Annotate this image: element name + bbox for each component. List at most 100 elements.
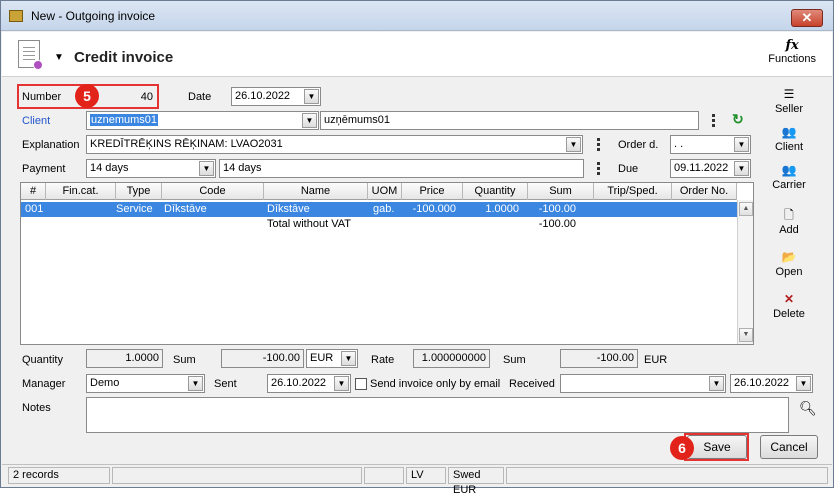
search-icon[interactable]: 🔍︎ xyxy=(799,400,817,417)
chevron-down-icon[interactable]: ▼ xyxy=(796,376,811,391)
records-count: 2 records xyxy=(8,467,110,484)
table-row[interactable]: 001 Service Dīkstāve Dīkstāve gab. -100.… xyxy=(21,202,737,217)
notes-label: Notes xyxy=(22,402,51,414)
client-link[interactable]: Client xyxy=(22,115,50,127)
client-more-icon[interactable] xyxy=(712,114,716,128)
currency-select[interactable]: EUR ▼ xyxy=(306,349,358,368)
send-email-label: Send invoice only by email xyxy=(370,378,501,390)
col-trip[interactable]: Trip/Sped. xyxy=(594,183,672,200)
payment-label: Payment xyxy=(22,163,66,175)
cell-type: Service xyxy=(116,203,153,215)
col-quantity[interactable]: Quantity xyxy=(463,183,528,200)
col-number[interactable]: # xyxy=(21,183,46,200)
client-icon: 👥 xyxy=(781,125,797,139)
date-label: Date xyxy=(188,91,212,103)
client-name-field[interactable]: uzņēmums01 xyxy=(320,111,699,130)
status-panel xyxy=(112,467,362,484)
sent-date-field[interactable]: 26.10.2022 ▼ xyxy=(267,374,351,393)
explanation-field[interactable]: KREDĪTRĒĶINS RĒĶINAM: LVAO2031 ▼ xyxy=(86,135,583,154)
date-value: 26.10.2022 xyxy=(235,90,291,102)
status-panel xyxy=(364,467,404,484)
received-field[interactable]: ▼ xyxy=(560,374,726,393)
received-date-value: 26.10.2022 xyxy=(734,377,790,389)
payment-more-icon[interactable] xyxy=(597,162,601,176)
cancel-button[interactable]: Cancel xyxy=(760,435,818,459)
seller-button[interactable]: ☰ Seller xyxy=(765,87,813,115)
open-button[interactable]: 📂 Open xyxy=(765,250,813,278)
scroll-up-icon[interactable]: ▲ xyxy=(739,202,753,216)
grid-header: # Fin.cat. Type Code Name UOM Price Quan… xyxy=(21,183,737,200)
sum-total: -100.00 xyxy=(221,349,304,368)
explanation-more-icon[interactable] xyxy=(597,138,601,152)
carrier-button[interactable]: 👥 Carrier xyxy=(765,163,813,191)
sum-label: Sum xyxy=(173,354,196,366)
chevron-down-icon[interactable]: ▼ xyxy=(566,137,581,152)
order-date-value: . . xyxy=(674,138,684,150)
rate-label: Rate xyxy=(371,354,395,366)
col-type[interactable]: Type xyxy=(116,183,162,200)
cell-uom: gab. xyxy=(373,203,395,215)
invoice-window: New - Outgoing invoice ✕ ▼ Credit invoic… xyxy=(0,0,834,496)
col-fincat[interactable]: Fin.cat. xyxy=(46,183,116,200)
cell-name: Dīkstāve xyxy=(267,203,310,215)
payment-text-field[interactable]: 14 days xyxy=(219,159,584,178)
col-order-no[interactable]: Order No. xyxy=(672,183,737,200)
chevron-down-icon[interactable]: ▼ xyxy=(734,161,749,176)
company-indicator: Swed EUR xyxy=(448,467,504,496)
callout-6: 6 xyxy=(670,436,694,460)
sum2-total: -100.00 xyxy=(560,349,638,368)
seller-icon: ☰ xyxy=(783,87,795,101)
client-code-field[interactable]: uznemums01 ▼ xyxy=(86,111,319,130)
title-bar: New - Outgoing invoice ✕ xyxy=(1,1,833,31)
quantity-label: Quantity xyxy=(22,354,63,366)
order-date-field[interactable]: . . ▼ xyxy=(670,135,751,154)
explanation-label: Explanation xyxy=(22,139,80,151)
grid-scrollbar[interactable]: ▲ ▼ xyxy=(737,200,753,344)
col-uom[interactable]: UOM xyxy=(368,183,402,200)
refresh-icon[interactable]: ↻ xyxy=(732,111,744,128)
currency2-label: EUR xyxy=(644,354,668,366)
manager-field[interactable]: Demo ▼ xyxy=(86,374,205,393)
delete-label: Delete xyxy=(773,308,805,320)
col-sum[interactable]: Sum xyxy=(528,183,594,200)
chevron-down-icon[interactable]: ▼ xyxy=(334,376,349,391)
received-label: Received xyxy=(509,378,555,390)
cell-name: Total without VAT xyxy=(267,218,351,230)
functions-button[interactable]: fx Functions xyxy=(768,38,816,65)
document-type-dropdown-icon[interactable]: ▼ xyxy=(54,52,64,63)
col-price[interactable]: Price xyxy=(402,183,463,200)
carrier-icon: 👥 xyxy=(781,163,797,177)
send-email-checkbox[interactable] xyxy=(355,378,367,390)
invoice-lines-grid[interactable]: # Fin.cat. Type Code Name UOM Price Quan… xyxy=(20,182,754,345)
table-row[interactable]: Total without VAT -100.00 xyxy=(21,217,737,232)
payment-field[interactable]: 14 days ▼ xyxy=(86,159,216,178)
chevron-down-icon[interactable]: ▼ xyxy=(341,351,356,366)
callout-5: 5 xyxy=(75,84,99,108)
received-date-field[interactable]: 26.10.2022 ▼ xyxy=(730,374,813,393)
delete-button[interactable]: ✕ Delete xyxy=(765,292,813,320)
col-name[interactable]: Name xyxy=(264,183,368,200)
client-code-value: uznemums01 xyxy=(90,114,159,126)
currency-value: EUR xyxy=(310,352,334,364)
payment-value: 14 days xyxy=(90,162,129,174)
client-button[interactable]: 👥 Client xyxy=(765,125,813,153)
notes-field[interactable] xyxy=(86,397,789,433)
chevron-down-icon[interactable]: ▼ xyxy=(304,89,319,104)
chevron-down-icon[interactable]: ▼ xyxy=(709,376,724,391)
close-button[interactable]: ✕ xyxy=(791,9,823,27)
date-field[interactable]: 26.10.2022 ▼ xyxy=(231,87,321,106)
chevron-down-icon[interactable]: ▼ xyxy=(188,376,203,391)
scroll-down-icon[interactable]: ▼ xyxy=(739,328,753,342)
chevron-down-icon[interactable]: ▼ xyxy=(734,137,749,152)
due-date-value: 09.11.2022 xyxy=(674,162,729,174)
add-button[interactable]: 🗋 Add xyxy=(765,208,813,236)
col-code[interactable]: Code xyxy=(162,183,264,200)
chevron-down-icon[interactable]: ▼ xyxy=(199,161,214,176)
delete-icon: ✕ xyxy=(783,292,795,306)
manager-value: Demo xyxy=(90,377,120,389)
due-date-field[interactable]: 09.11.2022 ▼ xyxy=(670,159,751,178)
cell-price: -100.000 xyxy=(412,203,456,215)
explanation-value: KREDĪTRĒĶINS RĒĶINAM: LVAO2031 xyxy=(90,138,283,150)
chevron-down-icon[interactable]: ▼ xyxy=(302,113,317,128)
close-icon[interactable]: ✕ xyxy=(802,10,813,25)
